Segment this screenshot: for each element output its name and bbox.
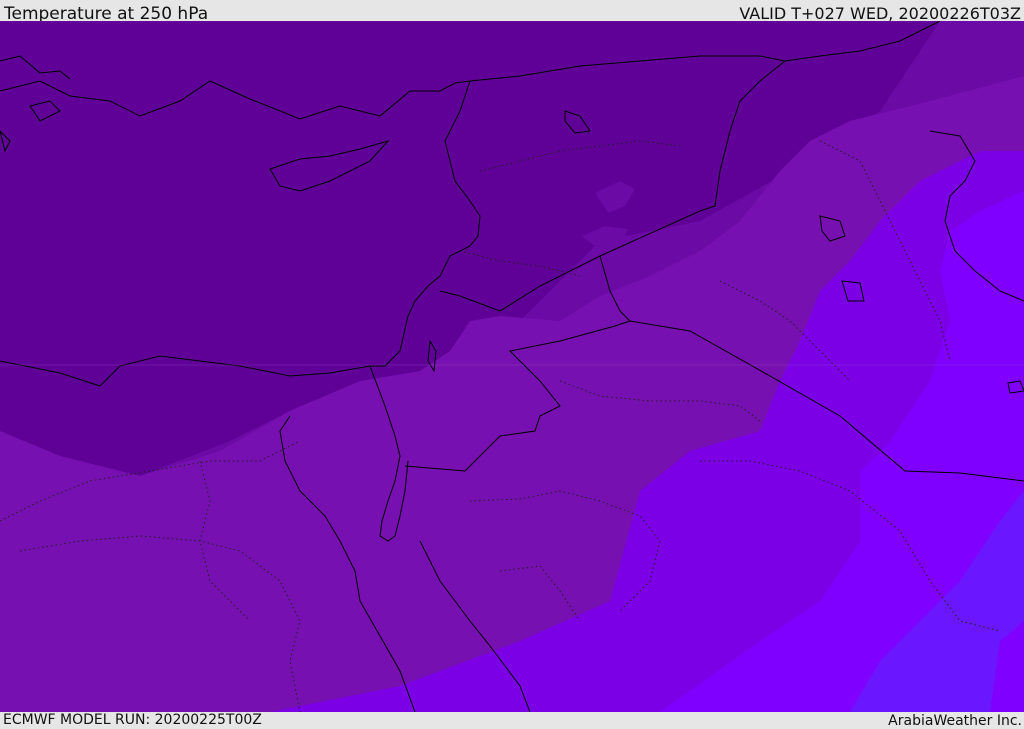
model-run: ECMWF MODEL RUN: 20200225T00Z: [3, 712, 262, 728]
weather-map: [0, 21, 1024, 712]
header-bar: Temperature at 250 hPa VALID T+027 WED, …: [0, 0, 1024, 24]
footer-bar: ECMWF MODEL RUN: 20200225T00Z ArabiaWeat…: [0, 712, 1024, 729]
credit-text: ArabiaWeather Inc.: [888, 713, 1022, 729]
